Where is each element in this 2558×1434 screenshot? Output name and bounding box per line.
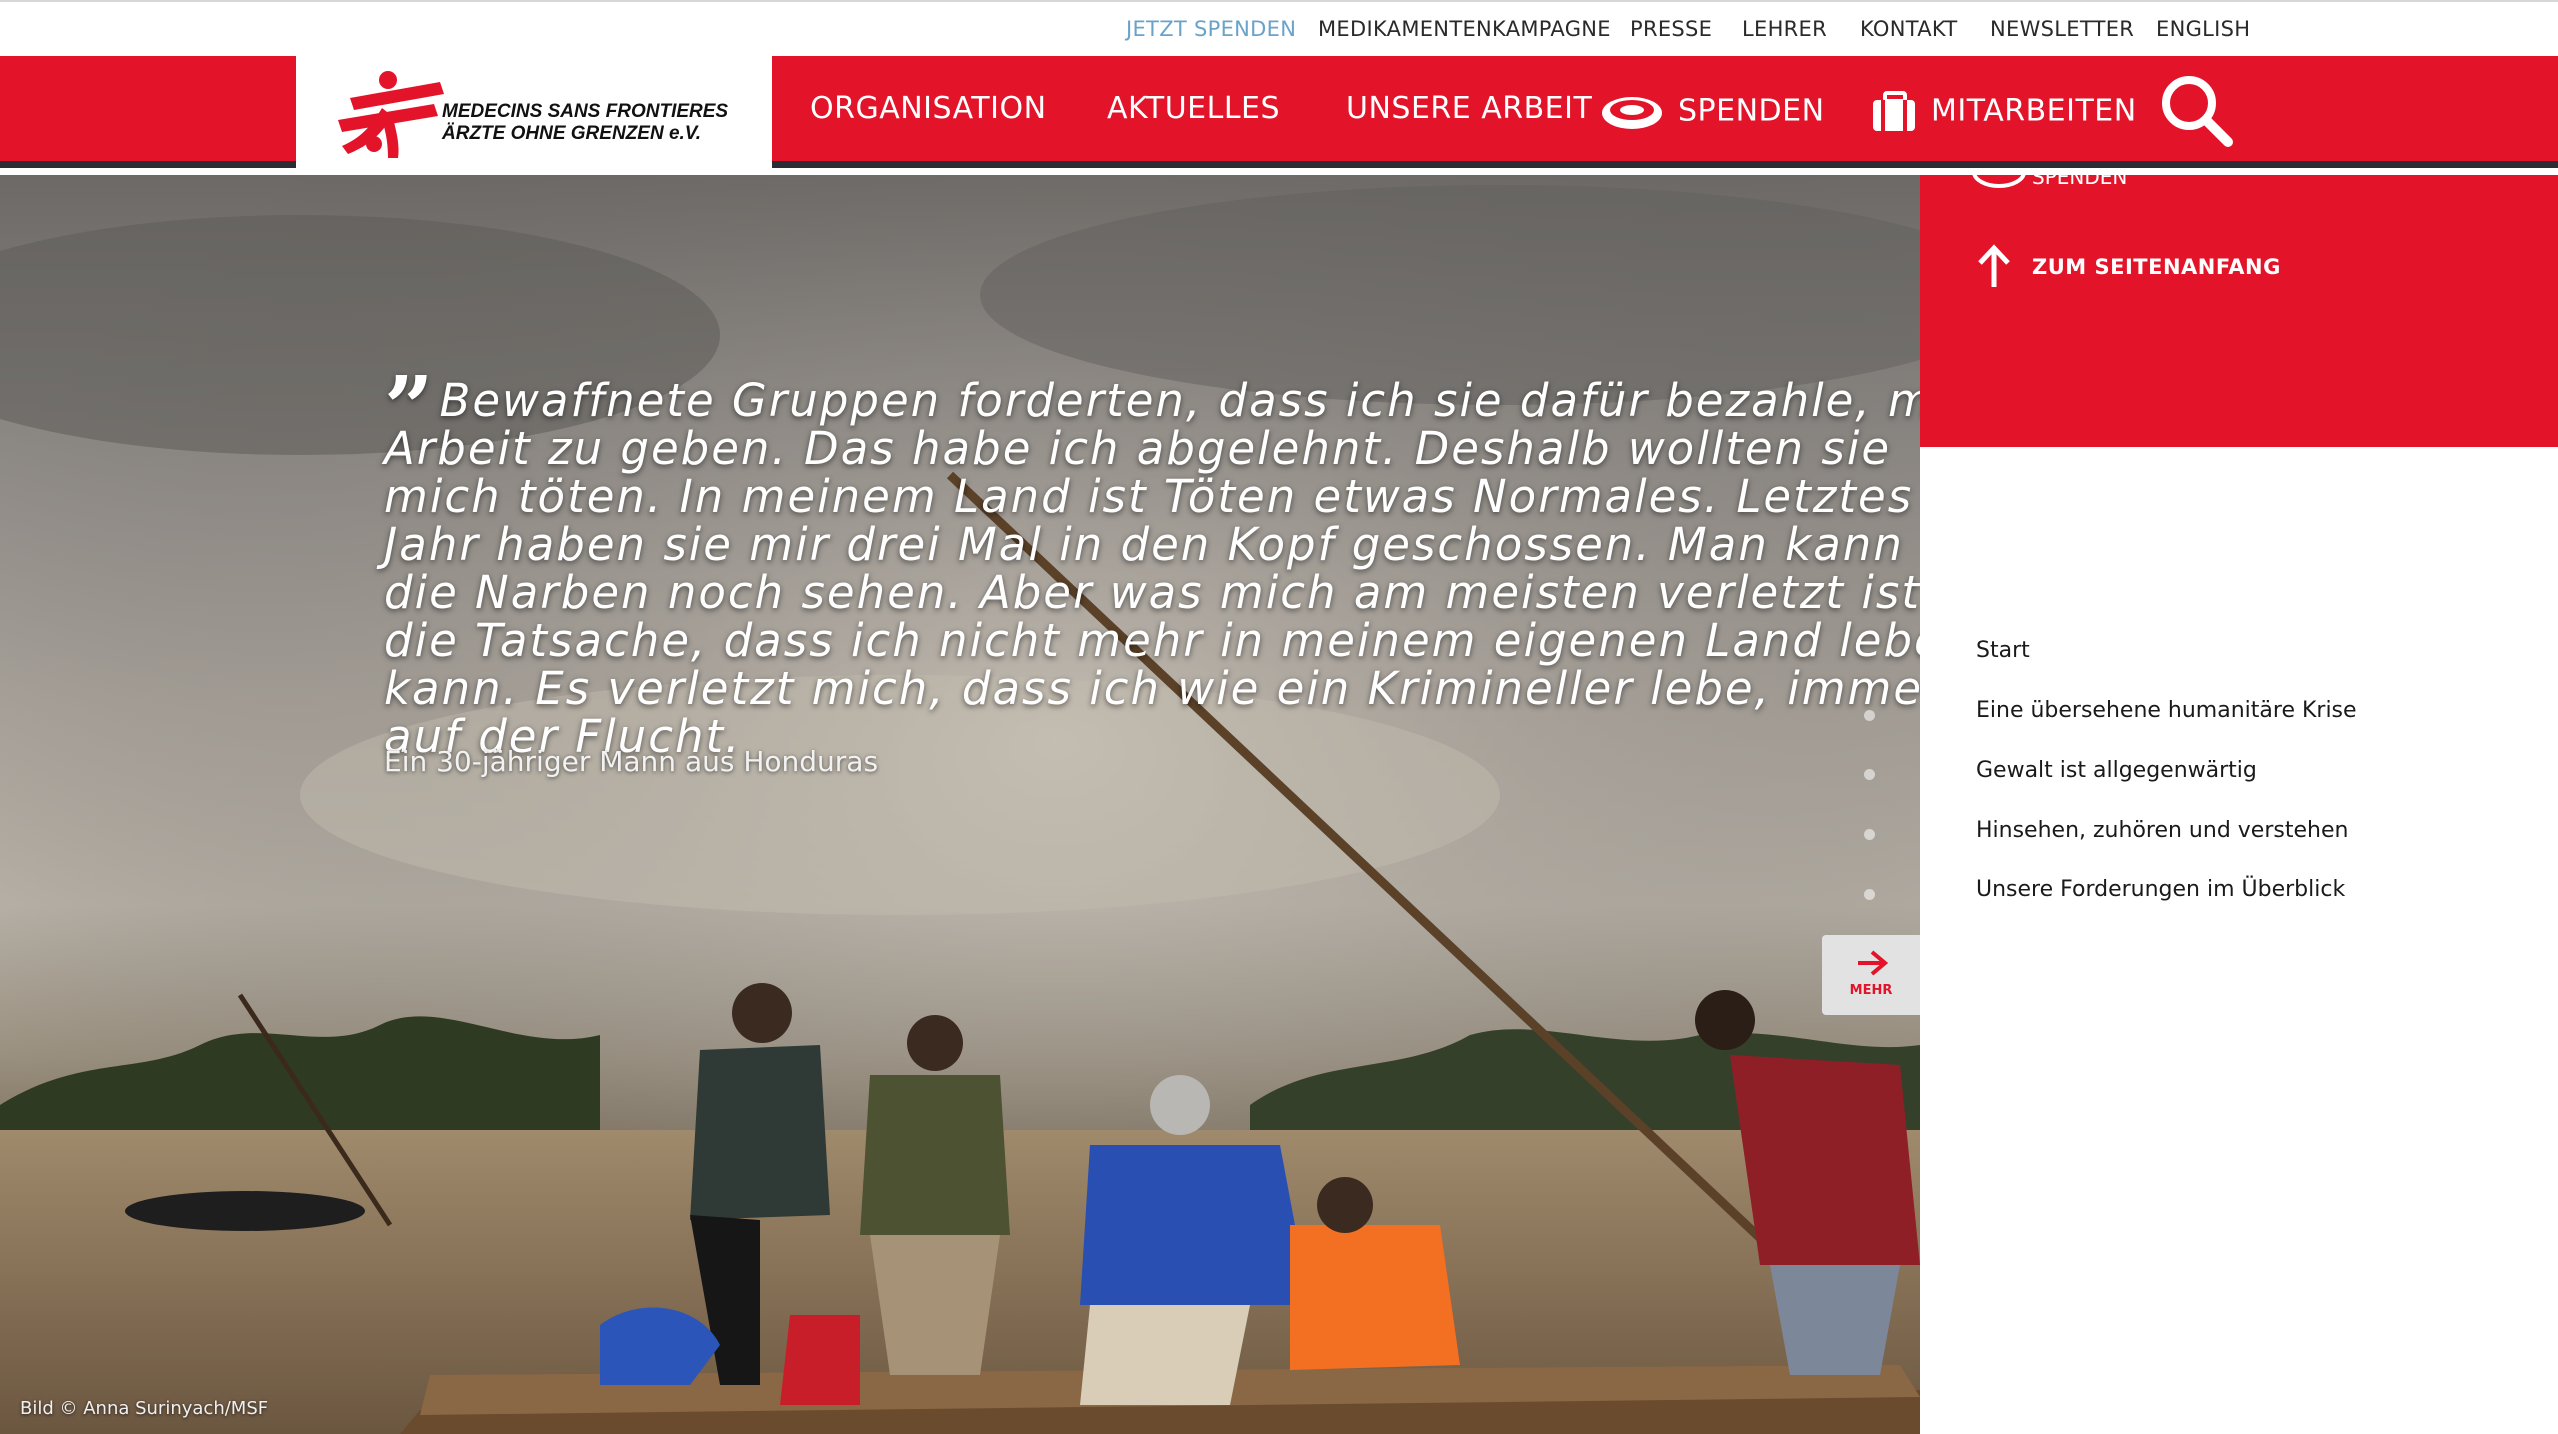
back-to-top-label: ZUM SEITENANFANG (2032, 255, 2281, 279)
topbar-link-presse[interactable]: PRESSE (1630, 17, 1712, 41)
side-spenden-label-partial[interactable]: SPENDEN (2032, 175, 2127, 189)
search-icon[interactable] (2158, 72, 2234, 148)
hero-quote-author: Ein 30-jähriger Mann aus Honduras (384, 745, 879, 778)
photo-credit: Bild © Anna Surinyach/MSF (20, 1398, 269, 1419)
hero-section: ”Bewaffnete Gruppen forderten, dass ich … (0, 175, 1920, 1434)
mehr-button-label: MEHR (1849, 983, 1893, 998)
nav-item-aktuelles[interactable]: AKTUELLES (1107, 91, 1280, 126)
hero-quote: ”Bewaffnete Gruppen forderten, dass ich … (384, 366, 1920, 763)
chapter-link-forderungen[interactable]: Unsere Forderungen im Überblick (1976, 877, 2345, 902)
coin-icon (1602, 97, 1662, 129)
section-dot-2[interactable] (1864, 769, 1875, 780)
main-navigation: MEDECINS SANS FRONTIERES ÄRZTE OHNE GREN… (0, 56, 2558, 168)
mehr-button[interactable]: MEHR (1822, 935, 1920, 1015)
logo-line-1: MEDECINS SANS FRONTIERES (442, 101, 729, 122)
section-dot-1[interactable] (1864, 710, 1875, 721)
chapter-link-start[interactable]: Start (1976, 638, 2030, 663)
hero-photo-raft-river (0, 175, 1920, 1434)
chapter-link-gewalt[interactable]: Gewalt ist allgegenwärtig (1976, 758, 2257, 783)
topbar-link-english[interactable]: ENGLISH (2156, 17, 2250, 41)
chapter-link-hinsehen[interactable]: Hinsehen, zuhören und verstehen (1976, 818, 2348, 843)
chapter-link-humanitaere-krise[interactable]: Eine übersehene humanitäre Krise (1976, 698, 2357, 723)
topbar-link-jetzt-spenden[interactable]: JETZT SPENDEN (1126, 17, 1296, 41)
msf-logo-link[interactable]: MEDECINS SANS FRONTIERES ÄRZTE OHNE GREN… (296, 56, 772, 168)
nav-item-unsere-arbeit[interactable]: UNSERE ARBEIT (1346, 91, 1592, 126)
logo-line-2: ÄRZTE OHNE GRENZEN e.V. (442, 123, 702, 144)
hero-quote-text: Bewaffnete Gruppen forderten, dass ich s… (384, 374, 1920, 763)
nav-item-spenden-label: SPENDEN (1678, 93, 1825, 129)
suitcase-icon (1873, 91, 1915, 131)
coin-icon (1972, 175, 2026, 188)
arrow-up-icon (1978, 244, 2010, 287)
section-dot-3[interactable] (1864, 829, 1875, 840)
topbar-link-kontakt[interactable]: KONTAKT (1860, 17, 1958, 41)
utility-bar: JETZT SPENDEN MEDIKAMENTENKAMPAGNE PRESS… (0, 0, 2558, 56)
side-panel-red: SPENDEN ZUM SEITENANFANG (1920, 175, 2558, 447)
topbar-link-newsletter[interactable]: NEWSLETTER (1990, 17, 2134, 41)
topbar-link-medikamentenkampagne[interactable]: MEDIKAMENTENKAMPAGNE (1318, 17, 1611, 41)
arrow-right-icon (1858, 950, 1888, 976)
nav-item-mitarbeiten-label: MITARBEITEN (1931, 93, 2137, 129)
nav-item-mitarbeiten[interactable]: MITARBEITEN (1871, 91, 2137, 133)
nav-item-spenden[interactable]: SPENDEN (1600, 91, 1825, 133)
section-dot-4[interactable] (1864, 889, 1875, 900)
logo-wordmark: MEDECINS SANS FRONTIERES ÄRZTE OHNE GREN… (442, 101, 728, 145)
nav-item-organisation[interactable]: ORGANISATION (810, 91, 1047, 126)
topbar-link-lehrer[interactable]: LEHRER (1742, 17, 1827, 41)
msf-running-man-logo (338, 71, 444, 158)
